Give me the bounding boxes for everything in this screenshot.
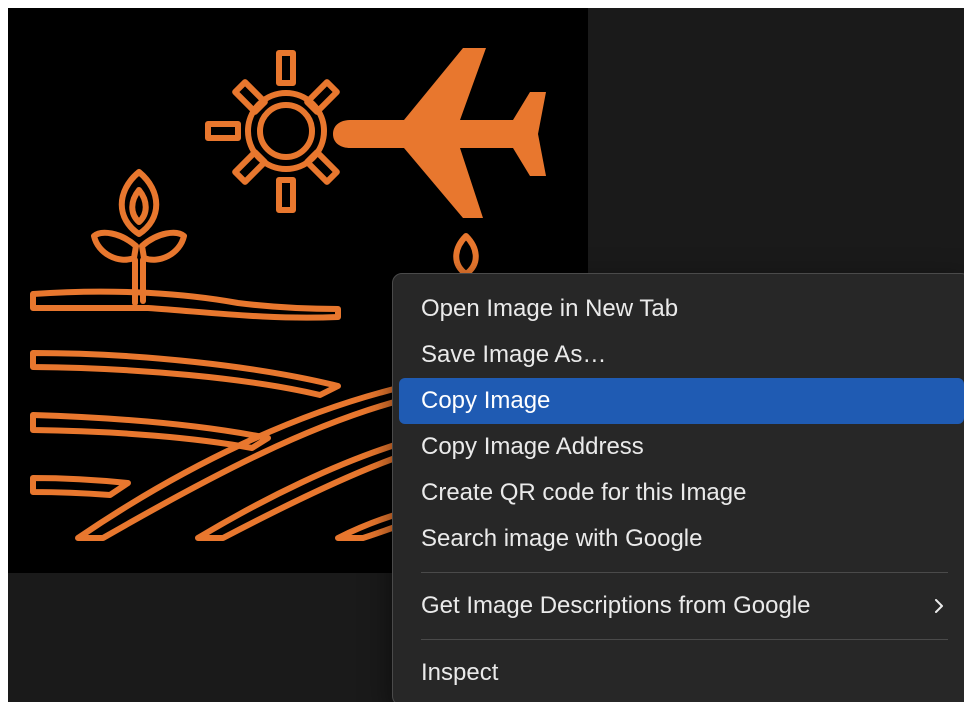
chevron-right-icon	[935, 599, 943, 613]
airplane-icon	[333, 48, 546, 218]
menu-separator	[421, 639, 948, 640]
search-image-google-item[interactable]: Search image with Google	[399, 516, 964, 562]
menu-item-label: Create QR code for this Image	[421, 479, 747, 506]
menu-item-label: Search image with Google	[421, 525, 703, 552]
menu-separator	[421, 572, 948, 573]
open-image-new-tab-item[interactable]: Open Image in New Tab	[399, 286, 964, 332]
menu-item-label: Save Image As…	[421, 341, 607, 368]
copy-image-item[interactable]: Copy Image	[399, 378, 964, 424]
inspect-item[interactable]: Inspect	[399, 650, 964, 696]
menu-item-label: Copy Image	[421, 387, 551, 414]
context-menu: Open Image in New Tab Save Image As… Cop…	[392, 273, 964, 702]
copy-image-address-item[interactable]: Copy Image Address	[399, 424, 964, 470]
browser-viewport: Open Image in New Tab Save Image As… Cop…	[8, 8, 964, 702]
save-image-as-item[interactable]: Save Image As…	[399, 332, 964, 378]
get-image-descriptions-item[interactable]: Get Image Descriptions from Google	[399, 583, 964, 629]
menu-item-label: Copy Image Address	[421, 433, 644, 460]
field-rows-icon	[30, 288, 401, 541]
menu-item-label: Get Image Descriptions from Google	[421, 592, 811, 619]
create-qr-code-item[interactable]: Create QR code for this Image	[399, 470, 964, 516]
menu-item-label: Inspect	[421, 659, 499, 686]
sprout-icon	[453, 233, 479, 277]
menu-item-label: Open Image in New Tab	[421, 295, 679, 322]
sun-icon	[205, 50, 340, 213]
plant-icon	[91, 169, 187, 306]
